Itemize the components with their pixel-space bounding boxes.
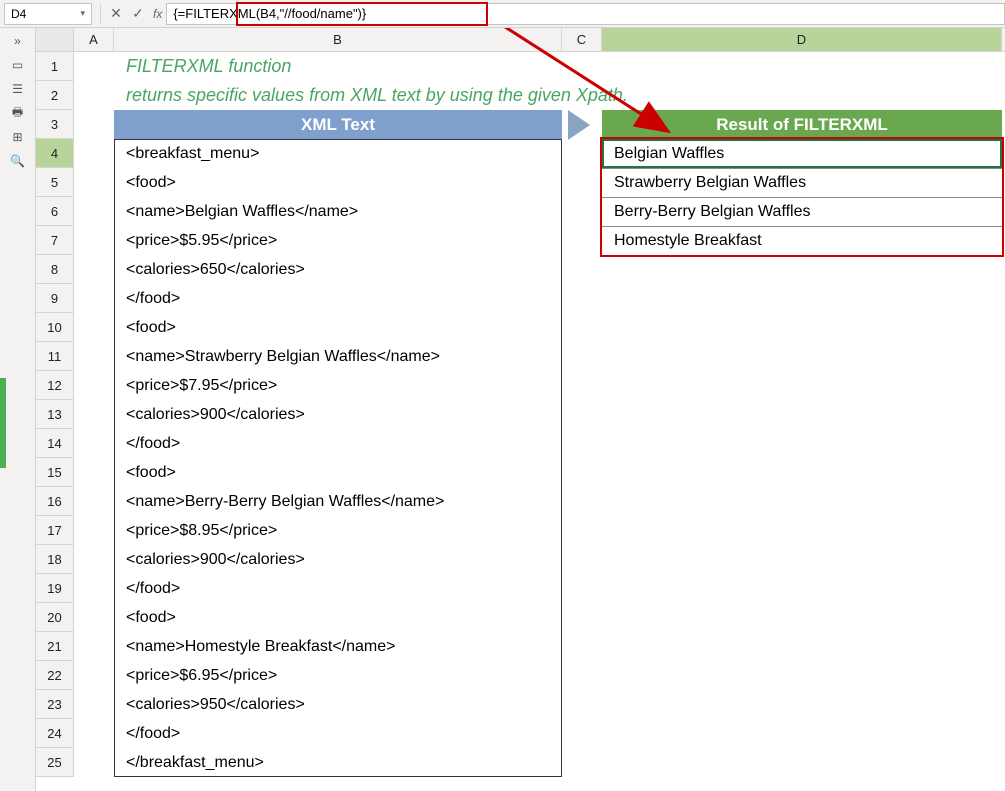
cell-B8[interactable]: <calories>650</calories>	[120, 255, 562, 284]
row-header-19[interactable]: 19	[36, 574, 73, 603]
result-line-1	[602, 168, 1002, 169]
cell-B24[interactable]: </food>	[120, 719, 562, 748]
expand-icon[interactable]: »	[8, 34, 28, 48]
cell-B23[interactable]: <calories>950</calories>	[120, 690, 562, 719]
row-header-17[interactable]: 17	[36, 516, 73, 545]
row-header-13[interactable]: 13	[36, 400, 73, 429]
tool-icon-3[interactable]: 🖶	[8, 106, 28, 120]
row-header-3[interactable]: 3	[36, 110, 73, 139]
row-header-15[interactable]: 15	[36, 458, 73, 487]
row-header-10[interactable]: 10	[36, 313, 73, 342]
tool-icon-5[interactable]: 🔍	[8, 154, 28, 168]
cell-B5[interactable]: <food>	[120, 168, 562, 197]
col-header-B[interactable]: B	[114, 28, 562, 51]
arrow-icon	[568, 110, 590, 140]
tool-icon-1[interactable]: ▭	[8, 58, 28, 72]
spreadsheet-grid[interactable]: A B C D 1 2 3 4 5 6 7 8 9 10 11 12 13 14…	[36, 28, 1005, 791]
column-headers: A B C D	[36, 28, 1005, 52]
cell-D6[interactable]: Berry-Berry Belgian Waffles	[608, 197, 1002, 226]
cancel-formula-button[interactable]: ✕	[105, 3, 127, 25]
row-header-1[interactable]: 1	[36, 52, 73, 81]
cell-B22[interactable]: <price>$6.95</price>	[120, 661, 562, 690]
cancel-icon: ✕	[110, 5, 122, 22]
tool-icon-4[interactable]: ⊞	[8, 130, 28, 144]
cell-B4[interactable]: <breakfast_menu>	[120, 139, 562, 168]
row-header-12[interactable]: 12	[36, 371, 73, 400]
row-header-7[interactable]: 7	[36, 226, 73, 255]
cell-B12[interactable]: <price>$7.95</price>	[120, 371, 562, 400]
row-header-25[interactable]: 25	[36, 748, 73, 777]
tool-icon-2[interactable]: ☰	[8, 82, 28, 96]
select-all-corner[interactable]	[36, 28, 74, 51]
side-toolbar: » ▭ ☰ 🖶 ⊞ 🔍	[0, 28, 36, 791]
cell-D3-header[interactable]: Result of FILTERXML	[602, 110, 1002, 139]
cell-B10[interactable]: <food>	[120, 313, 562, 342]
cell-B20[interactable]: <food>	[120, 603, 562, 632]
cell-B17[interactable]: <price>$8.95</price>	[120, 516, 562, 545]
formula-bar: D4 ▾ ✕ ✓ fx {=FILTERXML(B4,"//food/name"…	[0, 0, 1005, 28]
col-header-D[interactable]: D	[602, 28, 1002, 51]
row-header-24[interactable]: 24	[36, 719, 73, 748]
cell-B7[interactable]: <price>$5.95</price>	[120, 226, 562, 255]
cell-B9[interactable]: </food>	[120, 284, 562, 313]
row-headers: 1 2 3 4 5 6 7 8 9 10 11 12 13 14 15 16 1…	[36, 52, 74, 777]
row-header-16[interactable]: 16	[36, 487, 73, 516]
cell-B3-header[interactable]: XML Text	[114, 110, 562, 139]
row-header-18[interactable]: 18	[36, 545, 73, 574]
cell-B21[interactable]: <name>Homestyle Breakfast</name>	[120, 632, 562, 661]
row-header-23[interactable]: 23	[36, 690, 73, 719]
check-icon: ✓	[132, 5, 144, 22]
row-header-6[interactable]: 6	[36, 197, 73, 226]
result-line-3	[602, 226, 1002, 227]
fx-icon[interactable]: fx	[153, 7, 162, 21]
cell-D7[interactable]: Homestyle Breakfast	[608, 226, 1002, 255]
separator	[100, 4, 101, 24]
row-header-8[interactable]: 8	[36, 255, 73, 284]
name-box-dropdown-icon[interactable]: ▾	[80, 8, 85, 19]
cell-D4[interactable]: Belgian Waffles	[608, 139, 1002, 168]
cell-B18[interactable]: <calories>900</calories>	[120, 545, 562, 574]
row-header-22[interactable]: 22	[36, 661, 73, 690]
row-header-20[interactable]: 20	[36, 603, 73, 632]
cell-B2-subtitle[interactable]: returns specific values from XML text by…	[120, 81, 820, 110]
cell-B16[interactable]: <name>Berry-Berry Belgian Waffles</name>	[120, 487, 562, 516]
row-header-2[interactable]: 2	[36, 81, 73, 110]
cell-B15[interactable]: <food>	[120, 458, 562, 487]
formula-text: {=FILTERXML(B4,"//food/name")}	[173, 6, 366, 21]
col-header-C[interactable]: C	[562, 28, 602, 51]
row-header-5[interactable]: 5	[36, 168, 73, 197]
cell-B13[interactable]: <calories>900</calories>	[120, 400, 562, 429]
cell-D5[interactable]: Strawberry Belgian Waffles	[608, 168, 1002, 197]
name-box-value: D4	[11, 7, 26, 21]
side-accent	[0, 378, 6, 468]
col-header-A[interactable]: A	[74, 28, 114, 51]
row-header-21[interactable]: 21	[36, 632, 73, 661]
row-header-9[interactable]: 9	[36, 284, 73, 313]
row-header-11[interactable]: 11	[36, 342, 73, 371]
result-line-2	[602, 197, 1002, 198]
row-header-14[interactable]: 14	[36, 429, 73, 458]
cell-B19[interactable]: </food>	[120, 574, 562, 603]
enter-formula-button[interactable]: ✓	[127, 3, 149, 25]
cell-B25[interactable]: </breakfast_menu>	[120, 748, 562, 777]
cell-B11[interactable]: <name>Strawberry Belgian Waffles</name>	[120, 342, 562, 371]
cell-B1-title[interactable]: FILTERXML function	[120, 52, 720, 81]
row-header-4[interactable]: 4	[36, 139, 73, 168]
cell-B6[interactable]: <name>Belgian Waffles</name>	[120, 197, 562, 226]
formula-input[interactable]: {=FILTERXML(B4,"//food/name")}	[166, 3, 1005, 25]
name-box[interactable]: D4 ▾	[4, 3, 92, 25]
cell-B14[interactable]: </food>	[120, 429, 562, 458]
